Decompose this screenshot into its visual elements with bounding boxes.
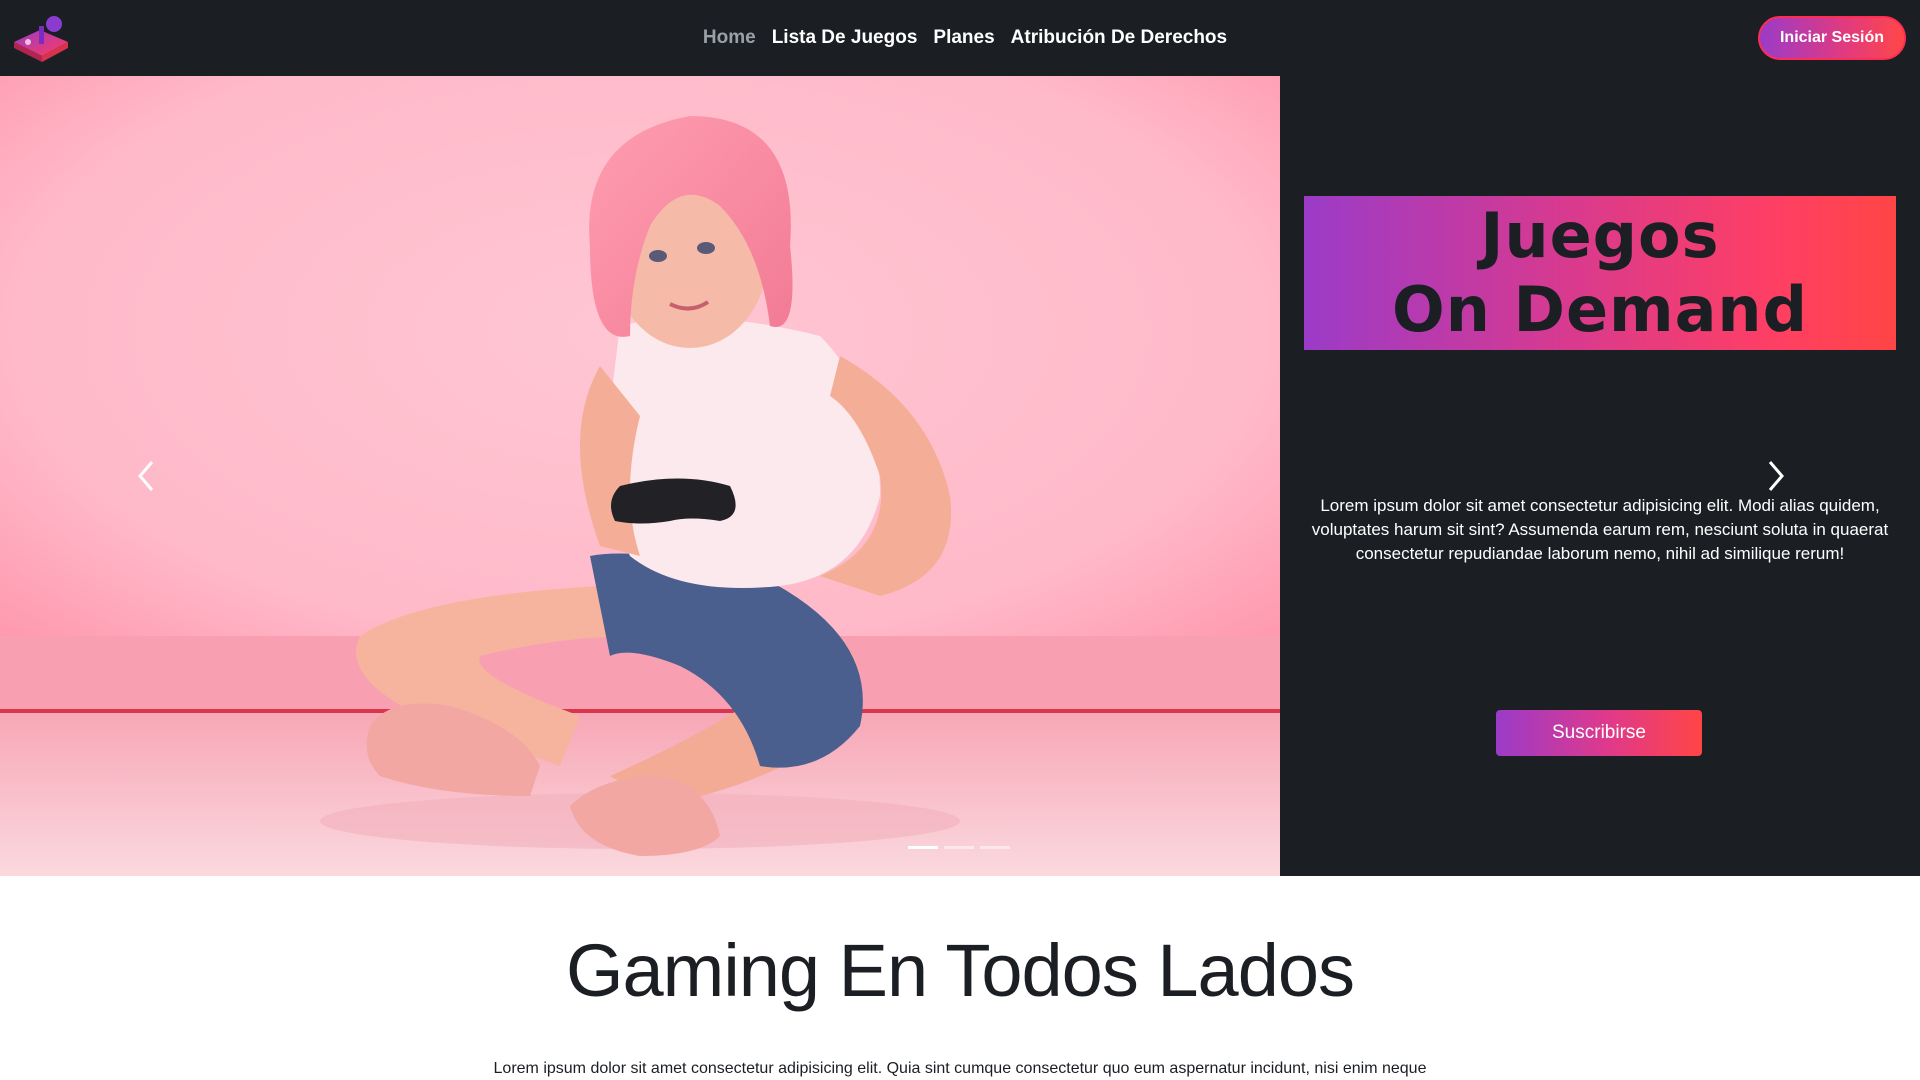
- main-nav: Home Lista De Juegos Planes Atribución D…: [0, 0, 1920, 76]
- hero-title-line-2: On Demand: [1392, 273, 1808, 346]
- section-description: Lorem ipsum dolor sit amet consectetur a…: [493, 1060, 1427, 1077]
- nav-link-home[interactable]: Home: [703, 27, 756, 49]
- nav-link-planes[interactable]: Planes: [933, 27, 994, 49]
- chevron-left-icon[interactable]: [132, 456, 160, 496]
- carousel-indicator-1[interactable]: [908, 846, 938, 849]
- gamer-girl-photo: [0, 76, 1280, 876]
- section-title: Gaming En Todos Lados: [565, 929, 1355, 1012]
- hero-panel: Juegos On Demand Lorem ipsum dolor sit a…: [1280, 76, 1920, 876]
- carousel-indicator-3[interactable]: [980, 846, 1010, 849]
- login-button[interactable]: Iniciar Sesión: [1758, 16, 1906, 60]
- hero-title-line-1: Juegos: [1480, 199, 1720, 272]
- subscribe-button[interactable]: Suscribirse: [1496, 710, 1702, 756]
- chevron-right-icon[interactable]: [1762, 456, 1790, 496]
- carousel-indicators: [908, 846, 1010, 849]
- nav-link-atribucion[interactable]: Atribución De Derechos: [1011, 27, 1227, 49]
- hero-description: Lorem ipsum dolor sit amet consectetur a…: [1311, 496, 1889, 563]
- hero-carousel: Juegos On Demand Lorem ipsum dolor sit a…: [0, 76, 1920, 876]
- navbar: Home Lista De Juegos Planes Atribución D…: [0, 0, 1920, 76]
- nav-link-lista-de-juegos[interactable]: Lista De Juegos: [772, 27, 918, 49]
- hero-title-box: Juegos On Demand: [1304, 196, 1896, 350]
- carousel-indicator-2[interactable]: [944, 846, 974, 849]
- hero-illustration: [0, 76, 1280, 876]
